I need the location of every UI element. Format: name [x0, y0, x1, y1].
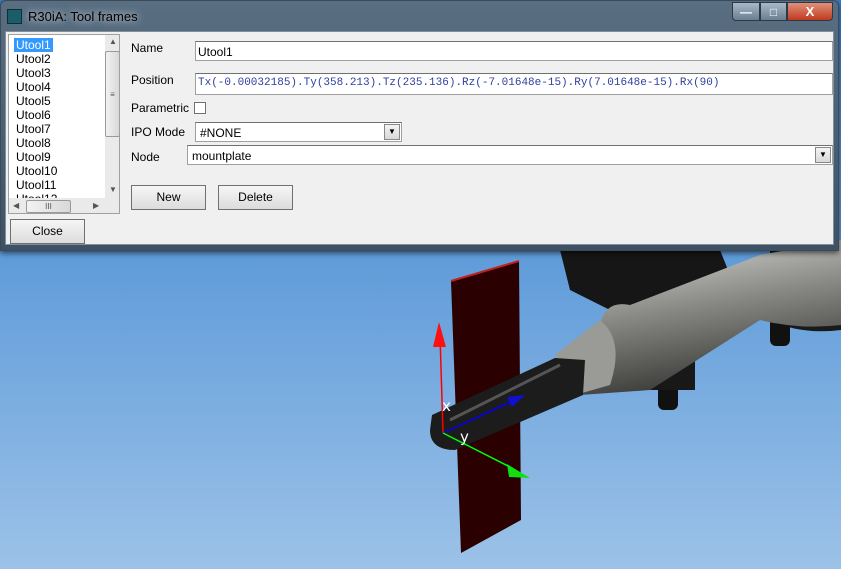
scroll-down-icon[interactable]: ▼ [109, 185, 117, 194]
new-button[interactable]: New [131, 185, 206, 210]
node-label: Node [131, 150, 160, 164]
chevron-down-icon[interactable]: ▼ [384, 124, 400, 140]
x-axis-arrow-icon [433, 322, 446, 347]
position-label: Position [131, 73, 174, 87]
horizontal-scrollbar[interactable]: ◀ III ▶ [9, 198, 119, 213]
list-item[interactable]: Utool8 [14, 136, 53, 150]
name-input[interactable]: Utool1 [195, 41, 833, 61]
close-button[interactable]: Close [10, 219, 85, 244]
ipo-mode-select[interactable]: #NONE ▼ [195, 122, 402, 142]
ipo-mode-label: IPO Mode [131, 125, 186, 139]
list-item[interactable]: Utool2 [14, 52, 53, 66]
list-item[interactable]: Utool6 [14, 108, 53, 122]
tool-frames-dialog: R30iA: Tool frames — □ X Utool1 Utool2 Uto… [0, 0, 839, 251]
close-window-button[interactable]: X [787, 2, 833, 21]
delete-button[interactable]: Delete [218, 185, 293, 210]
list-item[interactable]: Utool1 [14, 38, 53, 52]
dialog-client: Utool1 Utool2 Utool3 Utool4 Utool5 Utool6 Utoo… [5, 31, 834, 245]
scroll-left-icon[interactable]: ◀ [13, 201, 19, 210]
ipo-mode-value: #NONE [200, 126, 242, 140]
list-item[interactable]: Utool3 [14, 66, 53, 80]
chevron-down-icon[interactable]: ▼ [815, 147, 831, 163]
node-select[interactable]: mountplate ▼ [187, 145, 833, 165]
tool-list[interactable]: Utool1 Utool2 Utool3 Utool4 Utool5 Utool6 Utoo… [8, 34, 120, 214]
hscroll-thumb[interactable]: III [26, 200, 71, 213]
minimize-button[interactable]: — [732, 2, 760, 21]
list-item[interactable]: Utool10 [14, 164, 59, 178]
name-label: Name [131, 41, 164, 55]
parametric-label: Parametric [131, 101, 190, 115]
scroll-right-icon[interactable]: ▶ [93, 201, 99, 210]
list-item[interactable]: Utool5 [14, 94, 53, 108]
scroll-thumb[interactable]: ≡ [105, 51, 119, 137]
robot-body [555, 240, 841, 410]
scroll-up-icon[interactable]: ▲ [109, 37, 117, 46]
position-input[interactable]: Tx(-0.00032185).Ty(358.213).Tz(235.136).… [195, 73, 833, 95]
maximize-button[interactable]: □ [760, 2, 787, 21]
list-item[interactable]: Utool11 [14, 178, 58, 192]
x-axis-label: x [442, 397, 451, 415]
window-title: R30iA: Tool frames [28, 9, 138, 24]
vertical-scrollbar[interactable]: ▲ ≡ ▼ [105, 35, 119, 198]
parametric-checkbox[interactable] [194, 102, 206, 114]
list-item[interactable]: Utool9 [14, 150, 53, 164]
app-icon [7, 9, 22, 24]
list-item[interactable]: Utool7 [14, 122, 53, 136]
node-value: mountplate [192, 149, 252, 163]
title-bar[interactable]: R30iA: Tool frames — □ X [1, 1, 838, 31]
y-axis-label: y [460, 428, 469, 446]
list-item[interactable]: Utool4 [14, 80, 53, 94]
